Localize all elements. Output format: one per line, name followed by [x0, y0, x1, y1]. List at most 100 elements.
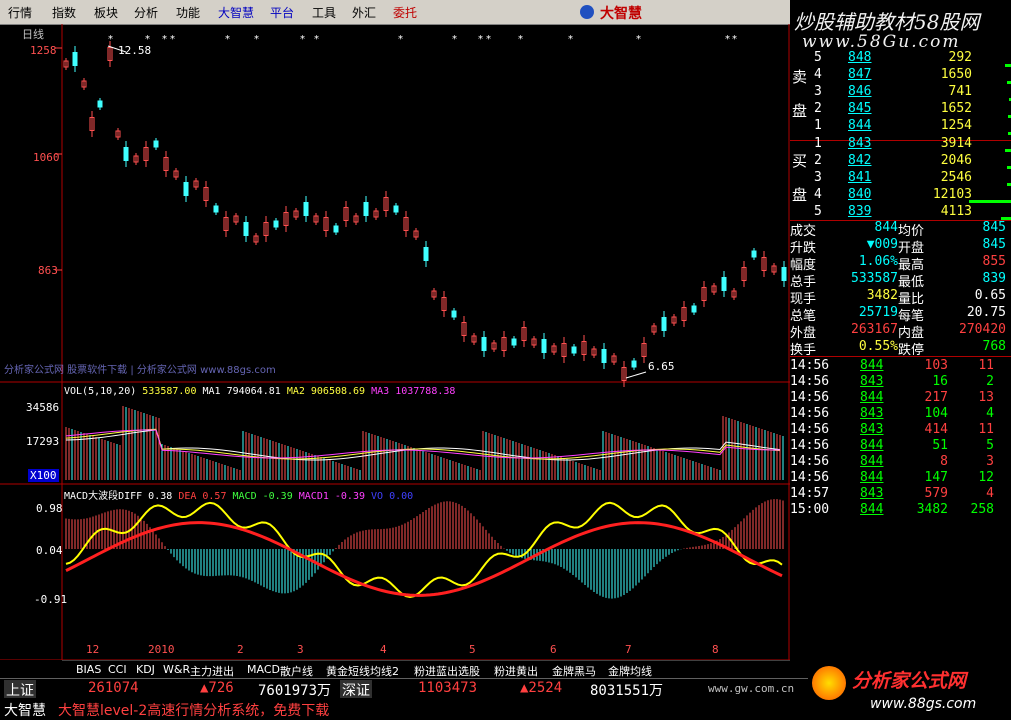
low-pointer [625, 371, 647, 379]
period-label[interactable]: 日线 [22, 26, 44, 42]
tick-row: 14:56 844 51 5 [790, 438, 1011, 455]
chart-area[interactable]: * * * * * * * * * * * * * * * * * [0, 24, 790, 660]
tick-time: 15:00 [790, 502, 830, 517]
x-axis-label: 4 [380, 643, 387, 656]
flower-logo-icon [812, 666, 846, 700]
macd-dea: DEA 0.57 [178, 491, 227, 502]
candle-body [661, 317, 667, 331]
ad-text[interactable]: 大智慧level-2高速行情分析系统，免费下载 [58, 700, 329, 720]
tab-bias[interactable]: BIAS [76, 663, 101, 676]
stat-value: 20.75 [966, 305, 1006, 320]
candle-body [243, 222, 249, 236]
candle-body [183, 182, 189, 196]
menu-index[interactable]: 指数 [52, 4, 76, 21]
vol-y-mid: 17293 [26, 435, 60, 448]
menu-quote[interactable]: 行情 [8, 4, 32, 21]
tab-kdj[interactable]: KDJ [136, 663, 155, 676]
tab-wr[interactable]: W&R [163, 663, 190, 676]
watermark-bottom-brand: 分析家公式网 [852, 670, 967, 692]
menu-function[interactable]: 功能 [176, 4, 200, 21]
tick-volume: 104 [924, 406, 948, 421]
tick-price: 843 [860, 422, 884, 437]
sell-row: 4 847 1650 [790, 67, 1011, 84]
tick-count: 3 [986, 454, 994, 469]
tick-count: 5 [986, 438, 994, 453]
sz-change: ▲2524 [520, 680, 563, 696]
tick-time: 14:56 [790, 422, 830, 437]
vol-unit-badge: X100 [28, 469, 59, 482]
menu-analysis[interactable]: 分析 [134, 4, 158, 21]
menu-tools[interactable]: 工具 [312, 4, 336, 21]
buy-price[interactable]: 842 [848, 153, 871, 168]
buy-volume: 12103 [932, 187, 972, 202]
candle-body [691, 305, 697, 313]
sell-price[interactable]: 846 [848, 84, 871, 99]
y-label-high: 1258 [30, 44, 57, 57]
candle-body [333, 225, 339, 233]
menu-platform[interactable]: 平台 [270, 4, 294, 21]
stat-value: 270420 [959, 322, 1006, 337]
buy-price[interactable]: 840 [848, 187, 871, 202]
tick-count: 13 [978, 390, 994, 405]
tick-row: 14:56 843 16 2 [790, 374, 1011, 391]
menu-trade[interactable]: 委托 [393, 4, 417, 21]
sz-value: 1103473 [418, 680, 478, 696]
sh-amount: 7601973万 [258, 683, 332, 699]
tab-pink-yellow[interactable]: 粉进黄出 [494, 663, 538, 679]
stat-value: 263167 [851, 322, 898, 337]
depth-bar [969, 200, 1011, 203]
sz-amount: 8031551万 [590, 683, 664, 699]
signal-star-icon: * [398, 34, 403, 45]
menu-sector[interactable]: 板块 [94, 4, 118, 21]
low-note: 6.65 [648, 360, 675, 373]
sz-label[interactable]: 深证 [340, 680, 372, 700]
tab-pink-blue[interactable]: 粉进蓝出选股 [414, 663, 480, 679]
menu-forex[interactable]: 外汇 [352, 4, 376, 21]
tick-volume: 103 [924, 358, 948, 373]
tab-main-force[interactable]: 主力进出 [190, 663, 234, 679]
tick-count: 12 [978, 470, 994, 485]
sell-price[interactable]: 844 [848, 118, 871, 133]
sell-volume: 1652 [940, 101, 972, 116]
tick-time: 14:56 [790, 470, 830, 485]
tab-retail[interactable]: 散户线 [280, 663, 313, 679]
sh-label[interactable]: 上证 [4, 680, 36, 700]
sell-level: 1 [814, 118, 822, 133]
buy-price[interactable]: 839 [848, 204, 871, 219]
sell-price[interactable]: 845 [848, 101, 871, 116]
signal-star-icon: * [225, 34, 230, 45]
tab-gold-short[interactable]: 黄金短线均线2 [326, 663, 399, 679]
sell-price[interactable]: 847 [848, 67, 871, 82]
depth-bar [1007, 81, 1011, 84]
indicator-tab-bar: BIAS CCI KDJ W&R 主力进出 MACD 散户线 黄金短线均线2 粉… [62, 660, 790, 679]
tab-gold-ma[interactable]: 金牌均线 [608, 663, 652, 679]
stat-row: 总手 533587 最低 839 [790, 271, 1011, 290]
stat-value: 0.65 [974, 288, 1006, 303]
tick-count: 11 [978, 422, 994, 437]
stat-value: 0.55% [858, 339, 898, 354]
quote-panel: 卖 盘 买 盘 5 848 292 4 847 1650 3 846 741 2 845 1652 1 8… [790, 50, 1011, 660]
stat-value: 3482 [866, 288, 898, 303]
watermark-title: 炒股辅助教材58股网 [794, 10, 980, 34]
candle-body [571, 346, 577, 354]
tab-gold-horse[interactable]: 金牌黑马 [552, 663, 596, 679]
tick-volume: 51 [932, 438, 948, 453]
candle-body [631, 360, 637, 368]
macd-value: MACD -0.39 [232, 491, 293, 502]
tick-volume: 414 [924, 422, 948, 437]
candle-body [363, 202, 369, 216]
tab-cci[interactable]: CCI [108, 663, 127, 676]
tick-row: 14:56 843 104 4 [790, 406, 1011, 423]
buy-price[interactable]: 841 [848, 170, 871, 185]
buy-price[interactable]: 843 [848, 136, 871, 151]
depth-bar [1007, 166, 1011, 169]
x-axis-label: 12 [86, 643, 100, 656]
kline-svg[interactable]: * * * * * * * * * * * * * * * * * [0, 24, 790, 660]
tab-macd[interactable]: MACD [247, 663, 280, 676]
tick-row: 14:56 843 414 11 [790, 422, 1011, 439]
sell-price[interactable]: 848 [848, 50, 871, 65]
menu-dzh[interactable]: 大智慧 [218, 4, 254, 21]
stat-value: ▼009 [866, 237, 898, 252]
macd-y-mid: 0.04 [36, 544, 63, 557]
buy-volume: 2546 [940, 170, 972, 185]
